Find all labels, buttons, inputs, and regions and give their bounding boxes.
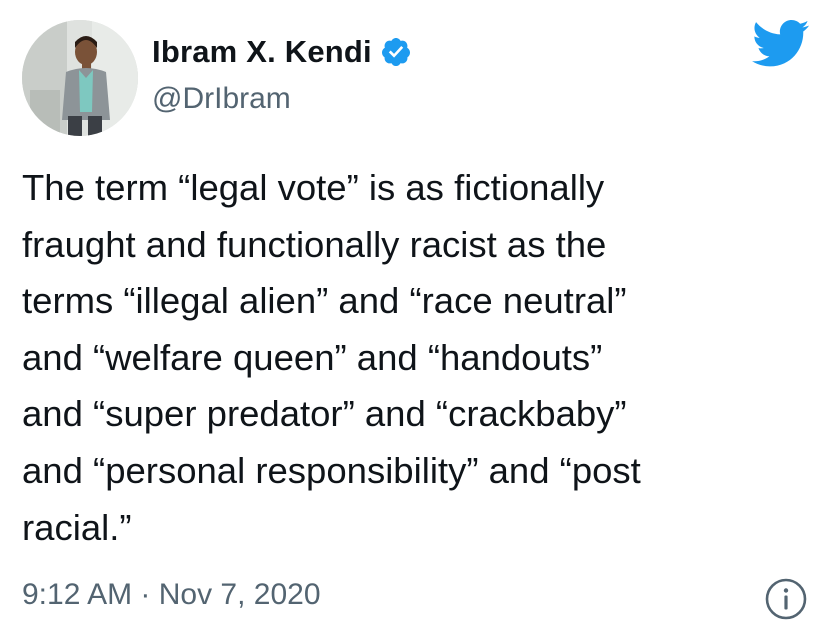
verified-badge-icon (381, 38, 410, 66)
tweet-timestamp[interactable]: 9:12 AM · Nov 7, 2020 (22, 578, 321, 612)
tweet-card: Ibram X. Kendi @DrIbram The term “legal … (0, 0, 828, 636)
tweet-text: The term “legal vote” is as fictionally … (22, 167, 641, 548)
avatar-photo (22, 20, 138, 136)
author-handle[interactable]: @DrIbram (152, 82, 291, 116)
avatar[interactable] (22, 20, 138, 136)
author-display-name[interactable]: Ibram X. Kendi (152, 34, 372, 70)
twitter-bird-icon[interactable] (752, 18, 810, 70)
author-name-row: Ibram X. Kendi (152, 34, 412, 70)
info-icon[interactable] (764, 577, 808, 621)
